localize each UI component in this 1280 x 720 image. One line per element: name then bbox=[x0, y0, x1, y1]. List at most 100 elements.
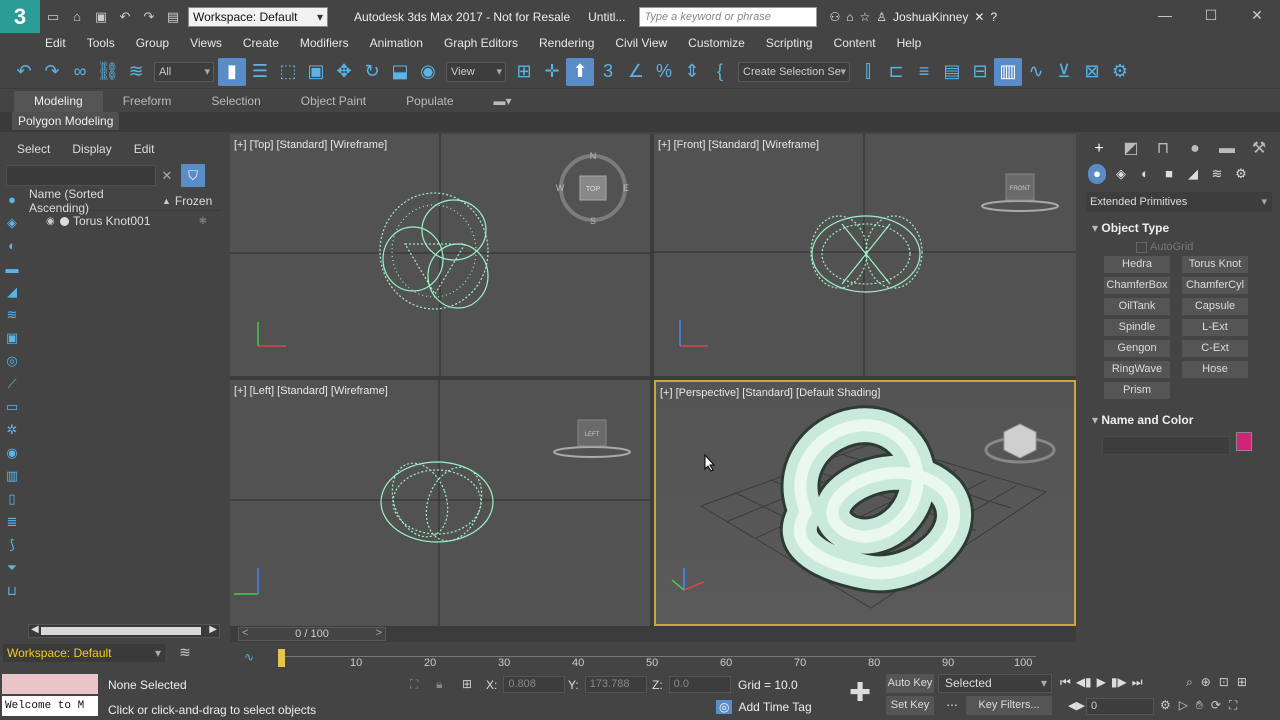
create-l-ext-button[interactable]: L-Ext bbox=[1182, 319, 1248, 336]
exchange-icon[interactable]: ✕ bbox=[974, 10, 984, 24]
current-frame-input[interactable]: 0 bbox=[1086, 698, 1154, 715]
viewport-left[interactable]: [+] [Left] [Standard] [Wireframe] LEFT bbox=[230, 380, 650, 626]
viewport-label-left[interactable]: [+] [Left] [Standard] [Wireframe] bbox=[234, 385, 388, 397]
time-slider-thumb[interactable]: < 0 / 100 > bbox=[238, 627, 386, 641]
viewport-label-perspective[interactable]: [+] [Perspective] [Standard] [Default Sh… bbox=[660, 387, 880, 399]
zoom-extents-icon[interactable]: ⊡ bbox=[1219, 675, 1229, 690]
spinner-snap-icon[interactable]: ⇕ bbox=[678, 58, 706, 86]
freeze-icon[interactable]: ✱ bbox=[199, 216, 207, 227]
app-logo[interactable]: 3 bbox=[0, 0, 40, 33]
maximize-viewport-icon[interactable]: ⛶ bbox=[1229, 698, 1237, 713]
user-icon[interactable]: ♙ bbox=[876, 10, 887, 24]
goto-start-icon[interactable]: ⏮ bbox=[1060, 675, 1071, 690]
viewport-perspective[interactable]: [+] [Perspective] [Standard] [Default Sh… bbox=[654, 380, 1076, 626]
isolate-icon[interactable]: ⛶ bbox=[410, 677, 418, 692]
align-icon[interactable]: ⊏ bbox=[882, 58, 910, 86]
menu-modifiers[interactable]: Modifiers bbox=[300, 36, 349, 50]
key-mode-dropdown[interactable]: Selected bbox=[938, 674, 1052, 693]
key-filter-icon[interactable]: ⋯ bbox=[946, 698, 958, 712]
menu-views[interactable]: Views bbox=[190, 36, 222, 50]
schematic-view-icon[interactable]: ⊻ bbox=[1050, 58, 1078, 86]
layer-icon[interactable]: ≡ bbox=[910, 58, 938, 86]
rotate-icon[interactable]: ↻ bbox=[358, 58, 386, 86]
table-row[interactable]: ◉ Torus Knot001 ✱ bbox=[26, 212, 221, 230]
render-dot-icon[interactable] bbox=[60, 216, 69, 226]
pan-icon[interactable]: ✋︎ bbox=[1196, 698, 1203, 713]
save-icon[interactable]: ▣ bbox=[90, 7, 112, 27]
cameras-icon[interactable]: ■ bbox=[1160, 164, 1178, 184]
menu-help[interactable]: Help bbox=[897, 36, 922, 50]
scene-explorer-icon[interactable]: ▤ bbox=[938, 58, 966, 86]
redo-icon[interactable]: ↷ bbox=[138, 7, 160, 27]
current-frame-marker[interactable] bbox=[278, 649, 285, 667]
geometry-filter-icon[interactable]: ● bbox=[3, 191, 21, 209]
se-menu-select[interactable]: Select bbox=[17, 142, 50, 156]
helpers-filter-icon[interactable]: ◢ bbox=[3, 283, 21, 301]
tab-freeform[interactable]: Freeform bbox=[103, 91, 192, 112]
binoculars-icon[interactable]: ⚇ bbox=[829, 10, 840, 24]
menu-animation[interactable]: Animation bbox=[370, 36, 423, 50]
undo-icon[interactable]: ↶ bbox=[10, 58, 38, 86]
groups-filter-icon[interactable]: ▣ bbox=[3, 329, 21, 347]
user-name[interactable]: JoshuaKinney bbox=[893, 10, 968, 24]
clear-search-icon[interactable]: ✕ bbox=[159, 165, 175, 186]
object-name-field[interactable] bbox=[1102, 436, 1230, 455]
viewport-top[interactable]: [+] [Top] [Standard] [Wireframe] N S E W… bbox=[230, 134, 650, 376]
auto-key-button[interactable]: Auto Key bbox=[886, 674, 934, 693]
play-icon[interactable]: ▶ bbox=[1097, 675, 1106, 690]
placement-icon[interactable]: ◉ bbox=[414, 58, 442, 86]
shapes-filter-icon[interactable]: ◈ bbox=[3, 214, 21, 232]
create-chamferbox-button[interactable]: ChamferBox bbox=[1104, 277, 1170, 294]
time-config-icon[interactable]: ⚙ bbox=[1160, 698, 1171, 713]
unlink-icon[interactable]: ⛓ bbox=[94, 58, 122, 86]
scroll-right-icon[interactable]: ▶ bbox=[209, 624, 217, 635]
workspace-dropdown[interactable]: Workspace: Default bbox=[188, 6, 328, 27]
select-by-name-icon[interactable]: ☰ bbox=[246, 58, 274, 86]
modify-tab-icon[interactable]: ◩ bbox=[1120, 138, 1142, 160]
curve-editor-icon[interactable]: ∿ bbox=[1022, 58, 1050, 86]
menu-create[interactable]: Create bbox=[243, 36, 279, 50]
menu-tools[interactable]: Tools bbox=[87, 36, 115, 50]
menu-content[interactable]: Content bbox=[834, 36, 876, 50]
set-key-big-icon[interactable]: ✚ bbox=[846, 678, 874, 708]
key-filters-button[interactable]: Key Filters... bbox=[966, 696, 1052, 715]
create-chamfercyl-button[interactable]: ChamferCyl bbox=[1182, 277, 1248, 294]
next-frame-icon[interactable]: > bbox=[376, 627, 382, 639]
help-icon[interactable]: ? bbox=[990, 10, 997, 24]
zoom-all-icon[interactable]: ⊕ bbox=[1201, 675, 1211, 690]
create-oiltank-button[interactable]: OilTank bbox=[1104, 298, 1170, 315]
snaps-icon[interactable]: 3 bbox=[594, 58, 622, 86]
new-icon[interactable]: ▭ bbox=[42, 7, 64, 27]
frozen-filter-icon[interactable]: ▯ bbox=[3, 490, 21, 508]
next-key-icon[interactable]: ▮▶ bbox=[1111, 675, 1127, 690]
primitive-category-dropdown[interactable]: Extended Primitives bbox=[1086, 192, 1272, 212]
create-capsule-button[interactable]: Capsule bbox=[1182, 298, 1248, 315]
create-c-ext-button[interactable]: C-Ext bbox=[1182, 340, 1248, 357]
create-hose-button[interactable]: Hose bbox=[1182, 361, 1248, 378]
systems-icon[interactable]: ⚙ bbox=[1232, 164, 1250, 184]
autogrid-checkbox[interactable]: AutoGrid bbox=[1136, 241, 1193, 253]
tab-populate[interactable]: Populate bbox=[386, 91, 473, 112]
tab-object-paint[interactable]: Object Paint bbox=[281, 91, 386, 112]
prev-key-icon[interactable]: ◀▮ bbox=[1076, 675, 1092, 690]
object-color-swatch[interactable] bbox=[1236, 432, 1252, 451]
lights-icon[interactable]: ◐ bbox=[1136, 164, 1154, 184]
minimize-icon[interactable]: — bbox=[1142, 0, 1188, 33]
edit-named-sets-icon[interactable]: { bbox=[706, 58, 734, 86]
menu-graph-editors[interactable]: Graph Editors bbox=[444, 36, 518, 50]
sort-filter-icon[interactable]: ≣ bbox=[3, 513, 21, 531]
menu-group[interactable]: Group bbox=[136, 36, 169, 50]
material-editor-icon[interactable]: ⊠ bbox=[1078, 58, 1106, 86]
viewport-label-front[interactable]: [+] [Front] [Standard] [Wireframe] bbox=[658, 139, 819, 151]
create-tab-icon[interactable]: + bbox=[1088, 138, 1110, 160]
fov-icon[interactable]: ▷ bbox=[1179, 698, 1188, 713]
layers-icon[interactable]: ≋ bbox=[176, 644, 194, 662]
zoom-icon[interactable]: ⌕ bbox=[1186, 675, 1193, 690]
a360-icon[interactable]: ⌂ bbox=[846, 10, 853, 24]
maximize-icon[interactable]: ☐ bbox=[1188, 0, 1234, 33]
filter-icon[interactable]: ⛉ bbox=[181, 164, 205, 187]
ref-coord-dropdown[interactable]: View bbox=[446, 61, 506, 82]
name-color-header[interactable]: Name and Color bbox=[1086, 410, 1272, 430]
shapes-icon[interactable]: ◈ bbox=[1112, 164, 1130, 184]
goto-end-icon[interactable]: ⏭ bbox=[1132, 675, 1143, 690]
